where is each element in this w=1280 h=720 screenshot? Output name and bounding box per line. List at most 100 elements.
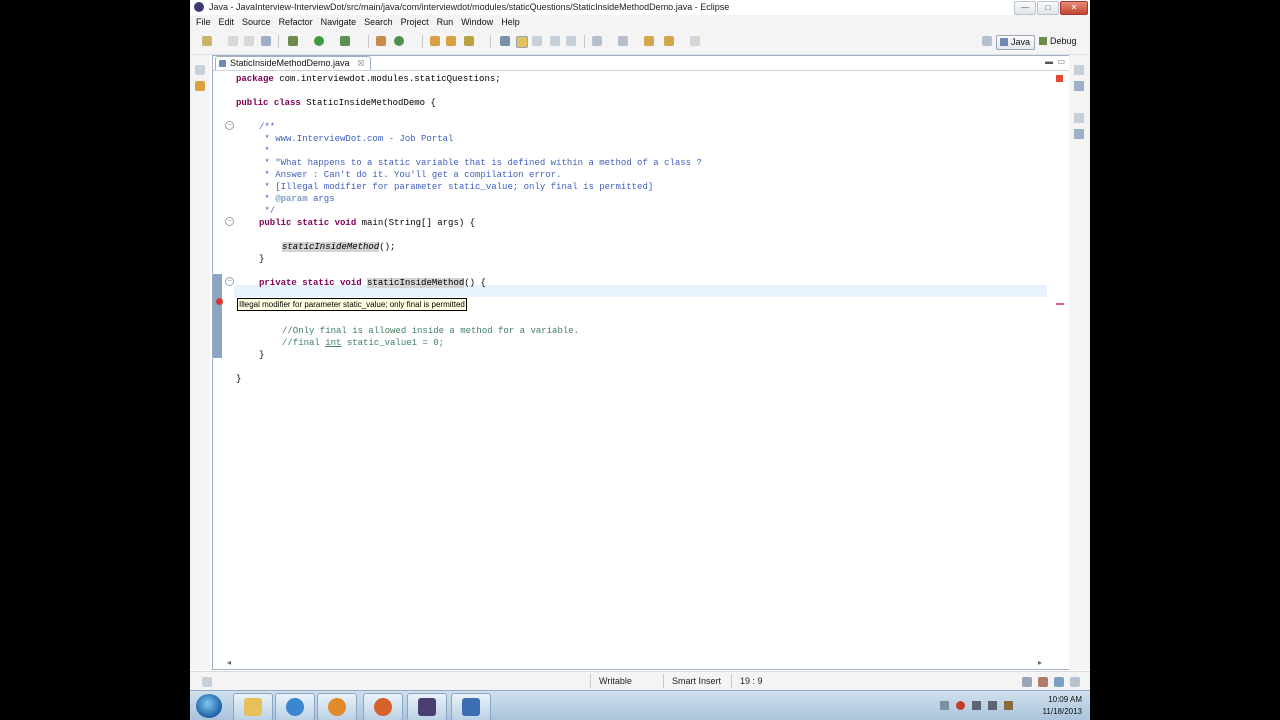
writable-status: Writable	[590, 674, 661, 688]
scroll-left-icon[interactable]: ◂	[227, 658, 231, 667]
code-line: private static void staticInsideMethod()…	[259, 278, 486, 288]
task-list-icon[interactable]	[1074, 129, 1084, 139]
block-selection-icon[interactable]	[532, 36, 542, 46]
taskbar-firefox[interactable]	[363, 693, 403, 720]
maximize-editor-icon[interactable]: ▭	[1057, 57, 1065, 66]
tray-app-icon[interactable]	[956, 701, 965, 710]
taskbar-media[interactable]	[317, 693, 357, 720]
new-icon[interactable]	[202, 36, 212, 46]
menu-project[interactable]: Project	[397, 15, 433, 30]
error-overview-mark[interactable]	[1056, 303, 1064, 305]
debug-perspective-button[interactable]: Debug	[1036, 35, 1077, 48]
volume-icon[interactable]	[972, 701, 981, 710]
java-perspective-button[interactable]: Java	[996, 35, 1036, 50]
eclipse-taskbar-icon	[418, 698, 436, 716]
previous-annotation-icon[interactable]	[618, 36, 628, 46]
vertical-ruler[interactable]	[213, 71, 223, 667]
restore-icon[interactable]	[195, 65, 205, 75]
insert-mode-status: Smart Insert	[663, 674, 730, 688]
code-line: public class StaticInsideMethodDemo {	[236, 98, 436, 108]
taskbar-recorder[interactable]	[451, 693, 491, 720]
editor-tab-row: StaticInsideMethodDemo.java ☒ ▬ ▭	[213, 56, 1069, 71]
toolbar-separator	[584, 35, 585, 48]
taskbar-ie[interactable]	[275, 693, 315, 720]
status-tool-icon[interactable]	[1038, 677, 1048, 687]
open-task-icon[interactable]	[446, 36, 456, 46]
save-icon[interactable]	[228, 36, 238, 46]
open-type-icon[interactable]	[430, 36, 440, 46]
fold-toggle-icon[interactable]: −	[225, 277, 234, 286]
cursor-position-status: 19 : 9	[731, 674, 780, 688]
new-java-project-icon[interactable]	[376, 36, 386, 46]
close-button[interactable]: ✕	[1060, 1, 1088, 15]
code-line: * [Illegal modifier for parameter static…	[259, 182, 654, 192]
overview-ruler[interactable]	[1051, 71, 1069, 656]
back-icon[interactable]	[664, 36, 674, 46]
new-class-icon[interactable]	[394, 36, 404, 46]
menu-help[interactable]: Help	[497, 15, 524, 30]
menu-search[interactable]: Search	[360, 15, 397, 30]
next-annotation-icon[interactable]	[592, 36, 602, 46]
title-bar: Java - JavaInterview-InterviewDot/src/ma…	[190, 0, 1090, 16]
fold-toggle-icon[interactable]: −	[225, 121, 234, 130]
java-file-icon	[219, 60, 226, 67]
status-tool-icon[interactable]	[1070, 677, 1080, 687]
open-perspective-icon[interactable]	[982, 36, 992, 46]
code-line: * Answer : Can't do it. You'll get a com…	[259, 170, 562, 180]
tab-close-icon[interactable]: ☒	[357, 57, 364, 70]
maximize-button[interactable]: □	[1037, 1, 1059, 15]
search-icon[interactable]	[464, 36, 474, 46]
mark-occurrences-icon[interactable]	[516, 36, 528, 48]
folder-icon	[244, 698, 262, 716]
status-tool-icon[interactable]	[1054, 677, 1064, 687]
print-icon[interactable]	[261, 36, 271, 46]
package-explorer-icon[interactable]	[195, 81, 205, 91]
restore-icon[interactable]	[1074, 65, 1084, 75]
menu-run[interactable]: Run	[433, 15, 458, 30]
code-area[interactable]: package com.interviewdot.modules.staticQ…	[236, 71, 1048, 654]
status-tool-icon[interactable]	[1022, 677, 1032, 687]
menu-edit[interactable]: Edit	[215, 15, 239, 30]
code-line: //Only final is allowed inside a method …	[282, 326, 580, 336]
external-tools-icon[interactable]	[340, 36, 350, 46]
fast-view-icon[interactable]	[202, 677, 212, 687]
toggle-annotation-icon[interactable]	[500, 36, 510, 46]
menu-file[interactable]: File	[192, 15, 215, 30]
menu-source[interactable]: Source	[238, 15, 275, 30]
code-line: /**	[259, 122, 276, 132]
show-whitespace-icon[interactable]	[550, 36, 560, 46]
taskbar-explorer[interactable]	[233, 693, 273, 720]
last-edit-location-icon[interactable]	[644, 36, 654, 46]
minimize-editor-icon[interactable]: ▬	[1045, 57, 1053, 66]
editor-tab[interactable]: StaticInsideMethodDemo.java ☒	[215, 56, 371, 70]
system-tray: 10:09 AM 11/18/2013	[936, 693, 1086, 719]
restore-icon[interactable]	[1074, 113, 1084, 123]
error-summary-icon[interactable]	[1056, 75, 1063, 82]
menu-refactor[interactable]: Refactor	[275, 15, 317, 30]
debug-icon[interactable]	[288, 36, 298, 46]
forward-icon[interactable]	[690, 36, 700, 46]
network-icon[interactable]	[988, 701, 997, 710]
show-paragraph-icon[interactable]	[566, 36, 576, 46]
toolbar-separator	[368, 35, 369, 48]
minimize-button[interactable]: —	[1014, 1, 1036, 15]
menu-window[interactable]: Window	[457, 15, 497, 30]
left-trim-bar	[190, 55, 210, 670]
clock-date[interactable]: 11/18/2013	[1043, 707, 1082, 716]
save-all-icon[interactable]	[244, 36, 254, 46]
eclipse-icon	[194, 2, 204, 12]
clock-time[interactable]: 10:09 AM	[1048, 695, 1082, 704]
taskbar-eclipse[interactable]	[407, 693, 447, 720]
scroll-right-icon[interactable]: ▸	[1038, 658, 1042, 667]
horizontal-scrollbar[interactable]: ◂ ▸	[222, 658, 1042, 668]
outline-icon[interactable]	[1074, 81, 1084, 91]
code-line: package com.interviewdot.modules.staticQ…	[236, 74, 501, 84]
menu-navigate[interactable]: Navigate	[317, 15, 361, 30]
fold-toggle-icon[interactable]: −	[225, 217, 234, 226]
show-hidden-icons-icon[interactable]	[940, 701, 949, 710]
internet-explorer-icon	[286, 698, 304, 716]
start-button[interactable]	[196, 694, 222, 718]
run-icon[interactable]	[314, 36, 324, 46]
action-center-icon[interactable]	[1004, 701, 1013, 710]
window-controls: — □ ✕	[1014, 1, 1088, 15]
